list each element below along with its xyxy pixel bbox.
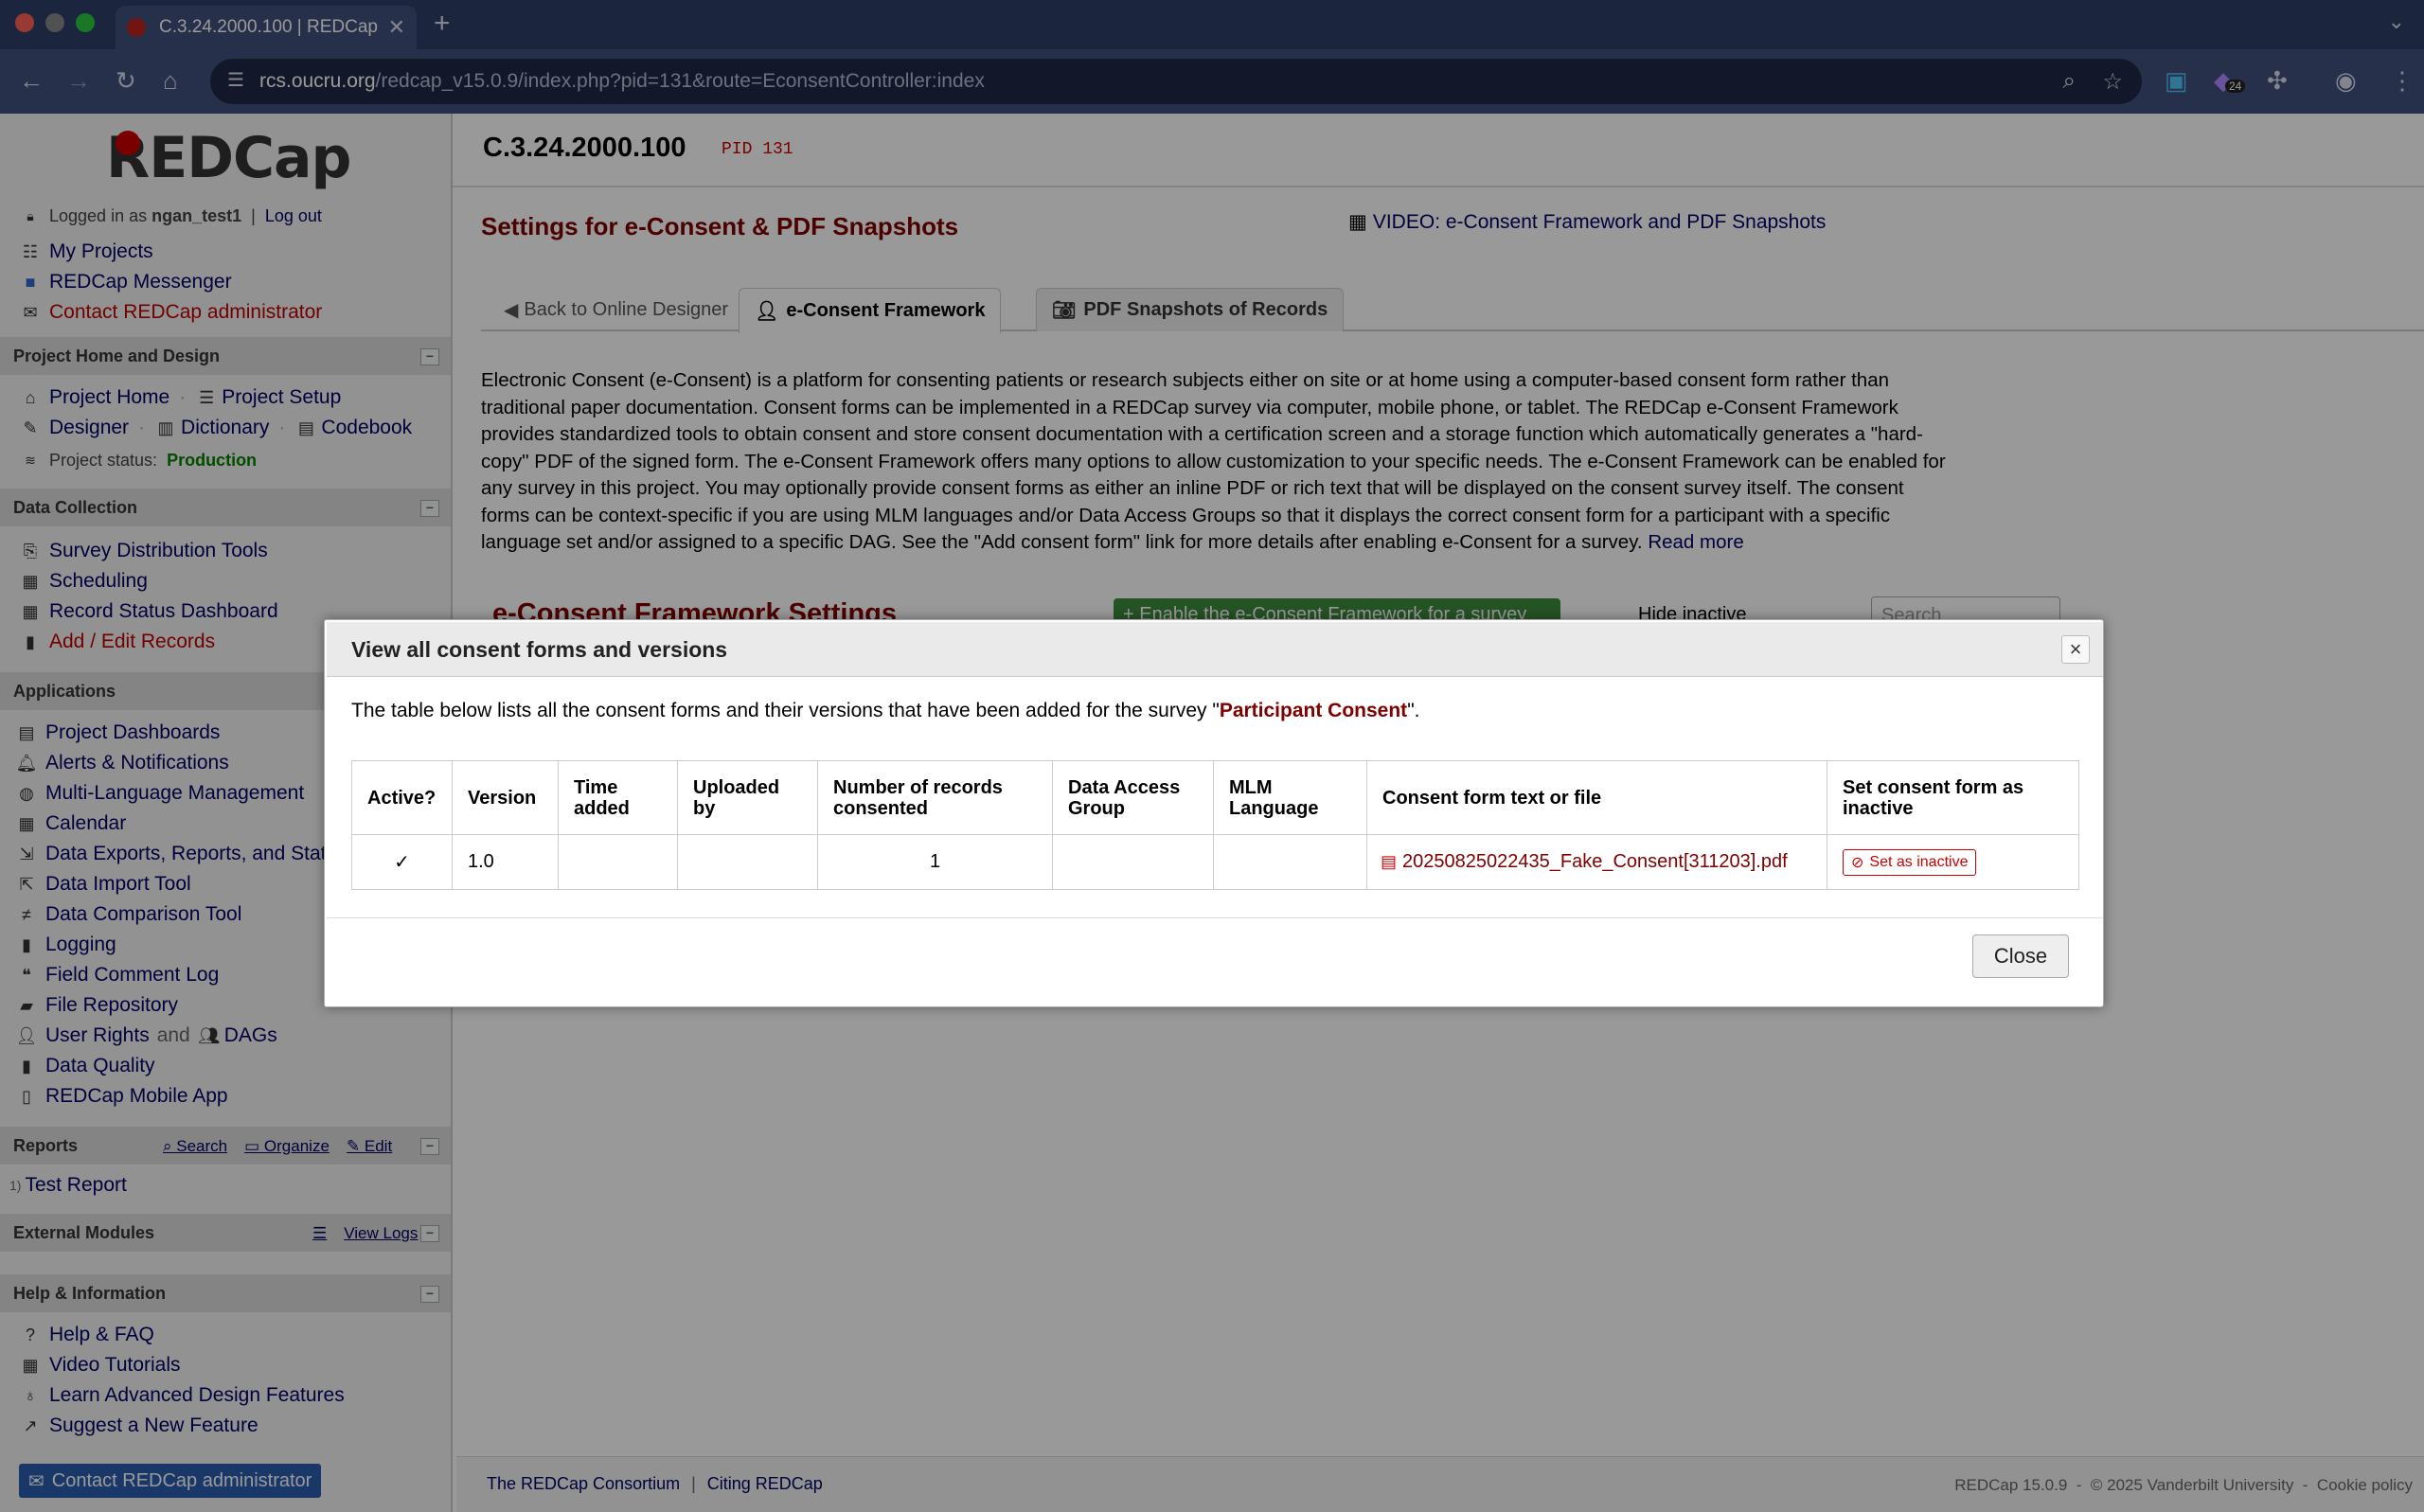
ban-icon: ⊘ [1851,854,1864,871]
consent-versions-table: Active? Version Time added Uploaded by N… [351,760,2079,890]
col-set-inactive: Set consent form as inactive [1827,760,2079,835]
records-cell: 1 [817,834,1053,890]
mlm-cell [1213,834,1367,890]
consent-file-link[interactable]: 20250825022435_Fake_Consent[311203].pdf [1402,851,1788,872]
col-time-added: Time added [558,760,678,835]
col-uploaded-by: Uploaded by [677,760,818,835]
col-mlm-language: MLM Language [1213,760,1367,835]
close-button[interactable]: Close [1972,934,2069,978]
dialog-intro: The table below lists all the consent fo… [351,700,1420,721]
set-inactive-cell: ⊘ Set as inactive [1827,834,2079,890]
dag-cell [1052,834,1214,890]
col-version: Version [452,760,559,835]
col-records-consented: Number of records consented [817,760,1053,835]
time-added-cell [558,834,678,890]
consent-file-cell: ▤ 20250825022435_Fake_Consent[311203].pdf [1366,834,1827,890]
uploaded-by-cell [677,834,818,890]
dialog-title: View all consent forms and versions [351,637,728,662]
col-active: Active? [351,760,453,835]
col-consent-form: Consent form text or file [1366,760,1827,835]
consent-versions-dialog: View all consent forms and versions × Th… [324,619,2104,1007]
active-check-icon: ✓ [351,834,453,890]
version-cell: 1.0 [452,834,559,890]
table-row: ✓ 1.0 1 ▤ 20250825022435_Fake_Consent[311… [351,834,2079,890]
table-header-row: Active? Version Time added Uploaded by N… [351,760,2079,835]
pdf-file-icon: ▤ [1381,852,1398,871]
survey-name: Participant Consent [1219,700,1408,721]
col-dag: Data Access Group [1052,760,1214,835]
set-inactive-button[interactable]: ⊘ Set as inactive [1843,848,1977,876]
dialog-title-bar: View all consent forms and versions × [327,622,2103,677]
close-icon[interactable]: × [2061,635,2090,664]
